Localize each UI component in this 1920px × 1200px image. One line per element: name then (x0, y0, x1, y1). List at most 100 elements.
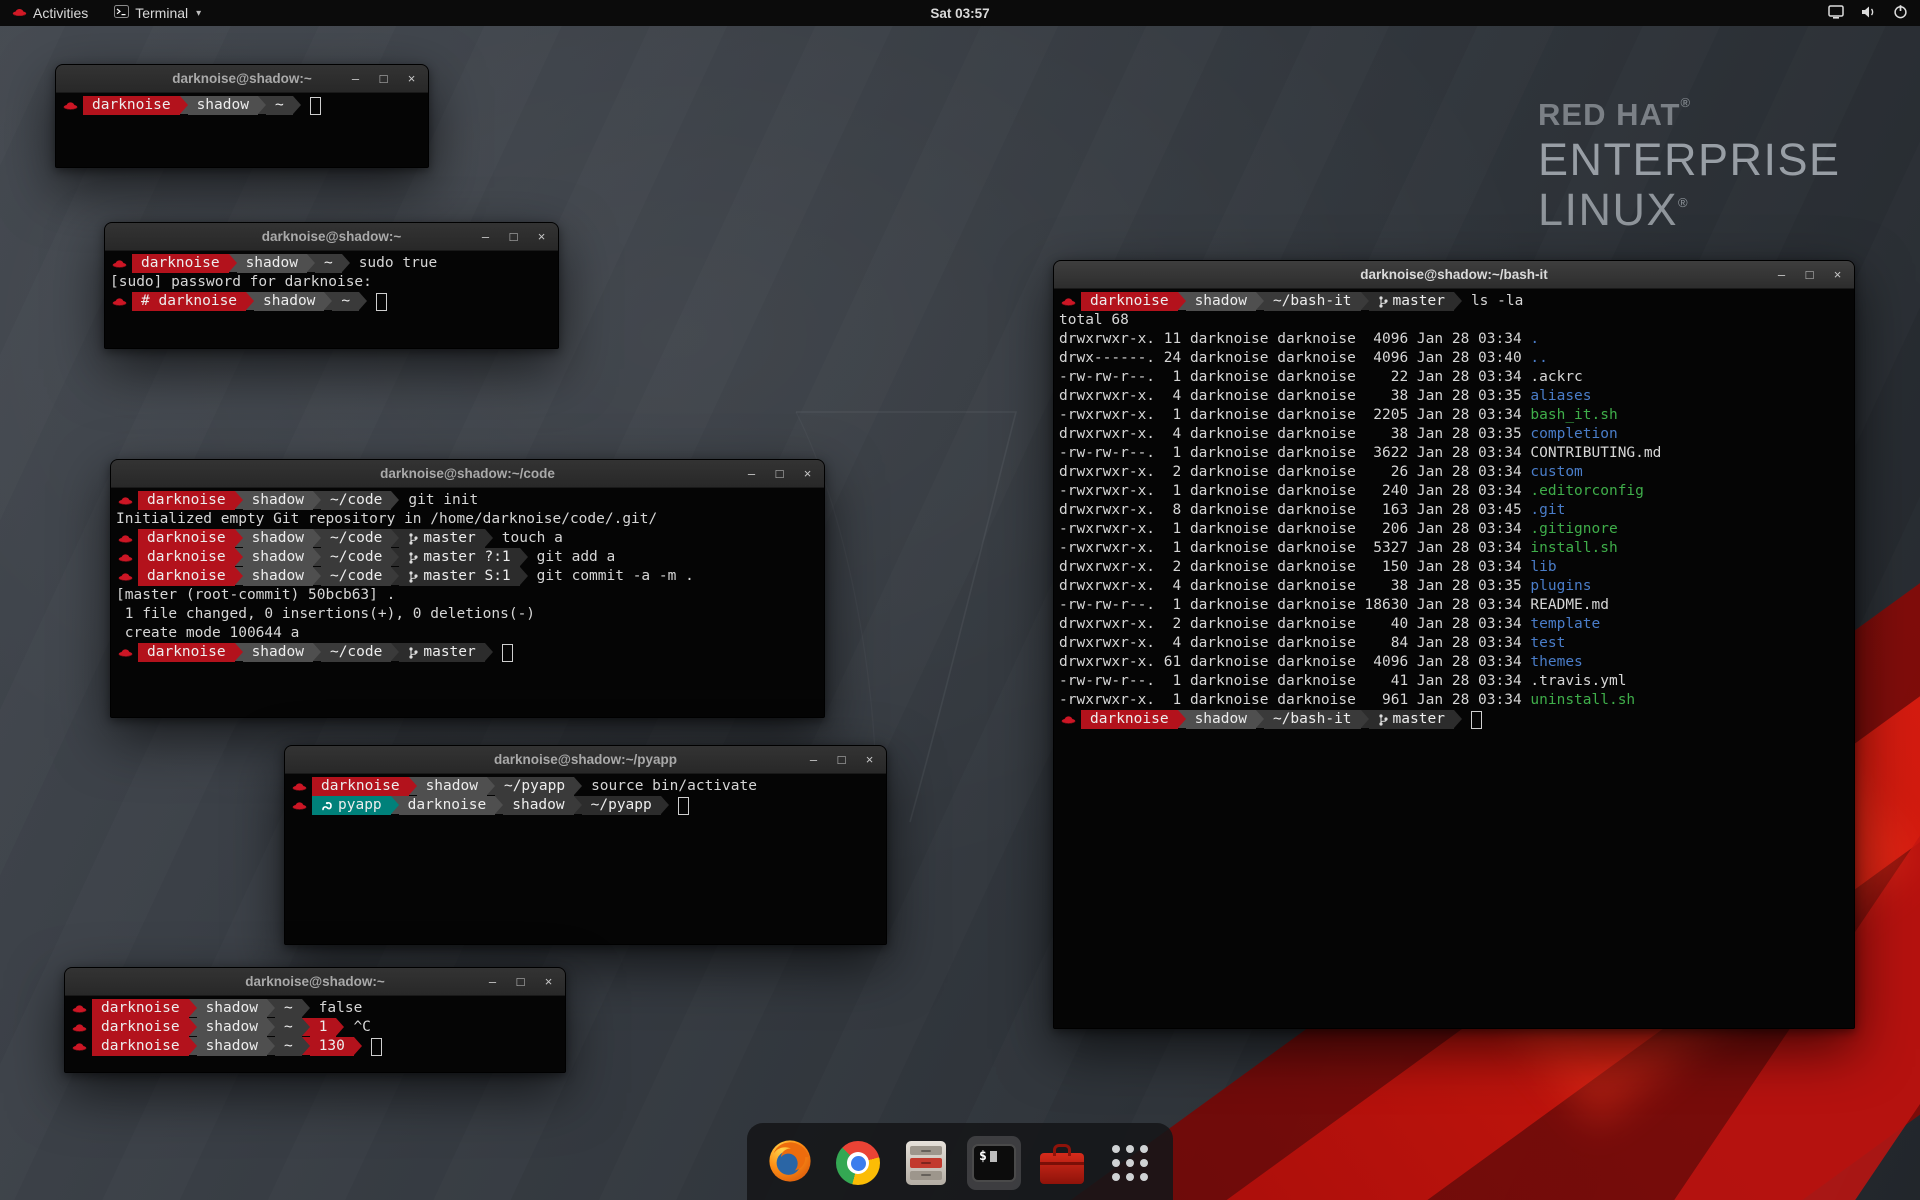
window-titlebar[interactable]: darknoise@shadow:~ – □ × (65, 968, 565, 996)
system-status-area[interactable] (1828, 0, 1908, 26)
powerline-separator (359, 292, 367, 310)
terminal-line: -rw-rw-r--. 1 darknoise darknoise 18630 … (1059, 596, 1849, 615)
powerline-separator (520, 567, 528, 585)
maximize-button[interactable]: □ (835, 753, 848, 766)
terminal-content[interactable]: darknoiseshadow~/pyappsource bin/activat… (285, 774, 886, 944)
powerline-separator (302, 999, 310, 1017)
output-text: bash_it.sh (1530, 407, 1617, 423)
window-titlebar[interactable]: darknoise@shadow:~ – □ × (105, 223, 558, 251)
command-text: source bin/activate (582, 777, 757, 796)
powerline-separator (574, 796, 582, 814)
terminal-line: # darknoiseshadow~ (110, 292, 553, 311)
powerline-separator (1178, 292, 1186, 310)
brand-linux-text: LINUX (1538, 184, 1678, 235)
terminal-content[interactable]: darknoiseshadow~/bash-itmasterls -latota… (1054, 289, 1854, 1028)
registered-mark: ® (1680, 95, 1691, 110)
display-icon (1828, 5, 1844, 22)
terminal-content[interactable]: darknoiseshadow~falsedarknoiseshadow~1^C… (65, 996, 565, 1072)
terminal-line: drwxrwxr-x. 4 darknoise darknoise 38 Jan… (1059, 387, 1849, 406)
maximize-button[interactable]: □ (514, 975, 527, 988)
output-text: drwxrwxr-x. 4 darknoise darknoise 38 Jan… (1059, 388, 1530, 404)
output-text: -rw-rw-r--. 1 darknoise darknoise 22 Jan… (1059, 369, 1530, 385)
terminal-window-pyapp[interactable]: darknoise@shadow:~/pyapp – □ × darknoise… (284, 745, 887, 945)
terminal-content[interactable]: darknoiseshadow~/codegit initInitialized… (111, 488, 824, 717)
redhat-prompt-icon (110, 254, 132, 273)
prompt-segment: darknoise (312, 777, 409, 796)
window-title: darknoise@shadow:~/bash-it (1360, 267, 1548, 282)
terminal-line: drwxrwxr-x. 11 darknoise darknoise 4096 … (1059, 330, 1849, 349)
powerline-separator (1178, 710, 1186, 728)
prompt-segment: ~ (332, 292, 359, 311)
close-button[interactable]: × (405, 72, 418, 85)
prompt-segment: darknoise (138, 491, 235, 510)
window-titlebar[interactable]: darknoise@shadow:~/code – □ × (111, 460, 824, 488)
close-button[interactable]: × (863, 753, 876, 766)
terminal-line: darknoiseshadow~sudo true (110, 254, 553, 273)
desktop: { "topbar": { "activities_label": "Activ… (0, 0, 1920, 1200)
prompt-segment: master ?:1 (399, 548, 519, 567)
window-titlebar[interactable]: darknoise@shadow:~ – □ × (56, 65, 428, 93)
terminal-content[interactable]: darknoiseshadow~sudo true[sudo] password… (105, 251, 558, 348)
close-button[interactable]: × (535, 230, 548, 243)
activities-button[interactable]: Activities (8, 0, 92, 26)
prompt-segment: ~/code (321, 529, 391, 548)
terminal-window-bash-it[interactable]: darknoise@shadow:~/bash-it – □ × darknoi… (1053, 260, 1855, 1029)
maximize-button[interactable]: □ (377, 72, 390, 85)
output-text: drwx------. 24 darknoise darknoise 4096 … (1059, 350, 1530, 366)
terminal-window-home-1[interactable]: darknoise@shadow:~ – □ × darknoiseshadow… (55, 64, 429, 168)
close-button[interactable]: × (801, 467, 814, 480)
terminal-window-sudo[interactable]: darknoise@shadow:~ – □ × darknoiseshadow… (104, 222, 559, 349)
dock-item-show-applications[interactable] (1103, 1136, 1157, 1190)
maximize-button[interactable]: □ (773, 467, 786, 480)
command-text: sudo true (350, 254, 438, 273)
powerline-separator (189, 1018, 197, 1036)
dock-item-toolbox[interactable] (1035, 1136, 1089, 1190)
minimize-button[interactable]: – (1775, 268, 1788, 281)
terminal-cursor (1471, 711, 1482, 729)
prompt-segment: master (1369, 292, 1454, 311)
close-button[interactable]: × (542, 975, 555, 988)
output-text: drwxrwxr-x. 61 darknoise darknoise 4096 … (1059, 654, 1530, 670)
prompt-segment: master (399, 529, 484, 548)
files-icon (906, 1141, 946, 1185)
dock-item-firefox[interactable] (763, 1136, 817, 1190)
powerline-separator (302, 1037, 310, 1055)
prompt-segment: darknoise (1081, 292, 1178, 311)
output-text: -rw-rw-r--. 1 darknoise darknoise 18630 … (1059, 597, 1530, 613)
maximize-button[interactable]: □ (1803, 268, 1816, 281)
powerline-separator (391, 548, 399, 566)
prompt-segment: ~/pyapp (582, 796, 661, 815)
redhat-prompt-icon (70, 1018, 92, 1037)
maximize-button[interactable]: □ (507, 230, 520, 243)
powerline-separator (485, 529, 493, 547)
window-title: darknoise@shadow:~ (172, 71, 312, 86)
prompt-segment: darknoise (92, 999, 189, 1018)
terminal-window-exitcodes[interactable]: darknoise@shadow:~ – □ × darknoiseshadow… (64, 967, 566, 1073)
minimize-button[interactable]: – (807, 753, 820, 766)
terminal-content[interactable]: darknoiseshadow~ (56, 93, 428, 167)
window-titlebar[interactable]: darknoise@shadow:~/bash-it – □ × (1054, 261, 1854, 289)
minimize-button[interactable]: – (745, 467, 758, 480)
minimize-button[interactable]: – (486, 975, 499, 988)
powerline-separator (180, 96, 188, 114)
clock[interactable]: Sat 03:57 (930, 6, 989, 21)
prompt-segment: shadow (503, 796, 573, 815)
close-button[interactable]: × (1831, 268, 1844, 281)
powerline-separator (313, 567, 321, 585)
command-text: false (310, 999, 363, 1018)
minimize-button[interactable]: – (349, 72, 362, 85)
prompt-segment: ~/pyapp (495, 777, 574, 796)
powerline-separator (235, 529, 243, 547)
terminal-window-code[interactable]: darknoise@shadow:~/code – □ × darknoises… (110, 459, 825, 718)
app-menu-terminal[interactable]: Terminal ▾ (110, 0, 205, 26)
powerline-separator (267, 1018, 275, 1036)
dock-item-files[interactable] (899, 1136, 953, 1190)
window-titlebar[interactable]: darknoise@shadow:~/pyapp – □ × (285, 746, 886, 774)
output-text: .editorconfig (1530, 483, 1644, 499)
dock-item-chrome[interactable] (831, 1136, 885, 1190)
powerline-separator (1454, 292, 1462, 310)
output-text: custom (1530, 464, 1582, 480)
powerline-separator (324, 292, 332, 310)
minimize-button[interactable]: – (479, 230, 492, 243)
dock-item-terminal[interactable]: $ (967, 1136, 1021, 1190)
